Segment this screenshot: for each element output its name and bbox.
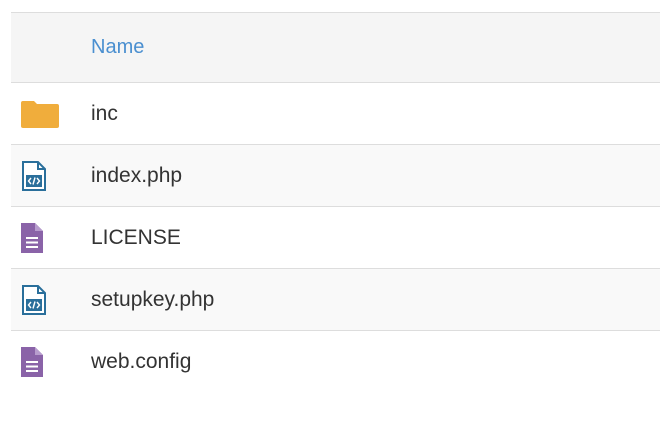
file-row-web-config[interactable]: web.config (11, 331, 660, 393)
file-row-license[interactable]: LICENSE (11, 207, 660, 269)
file-name[interactable]: index.php (91, 164, 182, 188)
folder-icon (21, 100, 69, 128)
file-name[interactable]: inc (91, 102, 118, 126)
file-name[interactable]: setupkey.php (91, 288, 214, 312)
file-name[interactable]: LICENSE (91, 226, 181, 250)
file-row-index-php[interactable]: index.php (11, 145, 660, 207)
text-file-icon (21, 222, 69, 253)
file-list: Name inc index.php LICENSE setupkey.php … (11, 12, 660, 393)
code-file-icon (21, 284, 69, 315)
code-file-icon (21, 160, 69, 191)
file-row-setupkey-php[interactable]: setupkey.php (11, 269, 660, 331)
name-column-header[interactable]: Name (91, 36, 144, 59)
table-header: Name (11, 12, 660, 83)
file-row-inc[interactable]: inc (11, 83, 660, 145)
file-name[interactable]: web.config (91, 350, 191, 374)
text-file-icon (21, 347, 69, 377)
